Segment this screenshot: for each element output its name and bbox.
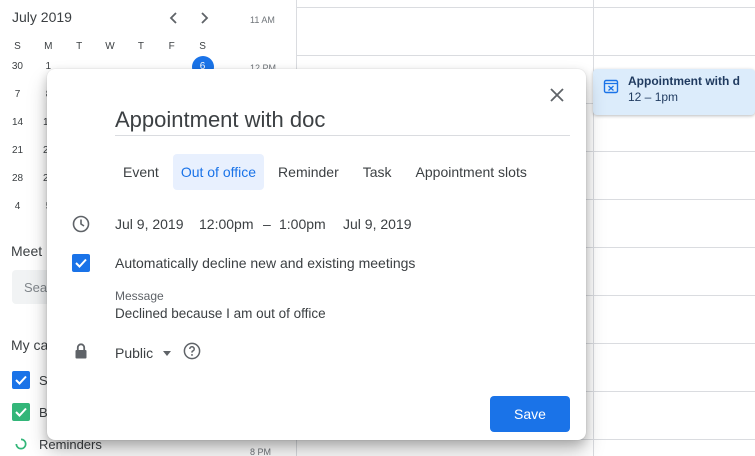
weekday-label: M bbox=[44, 41, 53, 52]
help-icon[interactable] bbox=[183, 342, 201, 360]
end-time[interactable]: 1:00pm bbox=[279, 216, 326, 232]
tab-event[interactable]: Event bbox=[113, 154, 169, 190]
end-date[interactable]: Jul 9, 2019 bbox=[343, 216, 412, 232]
tab-task[interactable]: Task bbox=[353, 154, 402, 190]
event-chip-time: 12 – 1pm bbox=[628, 90, 679, 104]
event-type-tabs: Event Out of office Reminder Task Appoin… bbox=[113, 154, 541, 190]
auto-decline-row[interactable]: Automatically decline new and existing m… bbox=[47, 251, 586, 275]
day-cell[interactable]: 21 bbox=[2, 144, 33, 172]
calendar-item[interactable]: B bbox=[12, 402, 48, 422]
event-chip-title: Appointment with d bbox=[628, 74, 740, 88]
weekday-label: T bbox=[137, 41, 144, 52]
check-icon bbox=[15, 375, 27, 385]
grid-hour-line bbox=[297, 7, 755, 8]
weekday-label: S bbox=[14, 41, 21, 52]
visibility-select[interactable]: Public bbox=[115, 342, 172, 364]
grid-divider bbox=[593, 0, 594, 456]
search-people-placeholder: Sea bbox=[24, 280, 48, 295]
message-label: Message bbox=[115, 289, 164, 303]
calendar-checkbox[interactable] bbox=[12, 371, 30, 389]
day-cell[interactable]: 7 bbox=[2, 88, 33, 116]
mini-calendar-header: July 2019 bbox=[12, 8, 222, 28]
start-time[interactable]: 12:00pm bbox=[199, 216, 253, 232]
my-calendars-heading[interactable]: My ca bbox=[11, 337, 48, 353]
message-field[interactable]: Declined because I am out of office bbox=[115, 306, 326, 321]
meet-heading: Meet bbox=[11, 243, 43, 259]
start-date[interactable]: Jul 9, 2019 bbox=[115, 216, 184, 232]
calendar-item[interactable]: S bbox=[12, 370, 48, 390]
tab-appointment-slots[interactable]: Appointment slots bbox=[406, 154, 537, 190]
day-cell[interactable]: 4 bbox=[2, 200, 33, 228]
event-title-input[interactable]: Appointment with doc bbox=[115, 103, 570, 136]
visibility-value: Public bbox=[115, 345, 154, 361]
day-cell[interactable]: 30 bbox=[2, 60, 33, 88]
weekday-label: S bbox=[199, 41, 206, 52]
time-label: 8 PM bbox=[250, 447, 272, 456]
reminders-loading-icon bbox=[12, 435, 30, 453]
time-label: 11 AM bbox=[250, 15, 275, 25]
grid-hour-line bbox=[297, 55, 755, 56]
check-icon bbox=[75, 258, 87, 268]
weekday-row: S M T W T F S bbox=[2, 40, 218, 54]
day-cell[interactable]: 14 bbox=[2, 116, 33, 144]
dropdown-caret-icon bbox=[163, 350, 172, 356]
event-dialog: Appointment with doc Event Out of office… bbox=[47, 69, 586, 440]
tab-out-of-office[interactable]: Out of office bbox=[172, 154, 265, 190]
out-of-office-icon bbox=[603, 79, 619, 94]
auto-decline-label: Automatically decline new and existing m… bbox=[115, 255, 416, 271]
mini-calendar-month: July 2019 bbox=[12, 9, 72, 25]
tab-reminder[interactable]: Reminder bbox=[268, 154, 349, 190]
event-chip[interactable]: Appointment with d 12 – 1pm bbox=[593, 69, 755, 115]
calendar-app: July 2019 S M T W T F S 30 1 6 7 14 21 2… bbox=[0, 0, 755, 456]
lock-icon bbox=[71, 341, 91, 361]
clock-icon bbox=[71, 214, 91, 234]
next-month-icon[interactable] bbox=[194, 8, 214, 28]
check-icon bbox=[15, 407, 27, 417]
save-button[interactable]: Save bbox=[490, 396, 570, 432]
day-cell[interactable]: 28 bbox=[2, 172, 33, 200]
close-icon bbox=[550, 88, 564, 102]
weekday-label: F bbox=[168, 41, 175, 52]
auto-decline-checkbox[interactable] bbox=[72, 254, 90, 272]
date-time-row: Jul 9, 2019 12:00pm – 1:00pm Jul 9, 2019 bbox=[47, 212, 586, 236]
weekday-label: T bbox=[76, 41, 83, 52]
calendar-checkbox[interactable] bbox=[12, 403, 30, 421]
previous-month-icon[interactable] bbox=[164, 8, 184, 28]
time-separator: – bbox=[263, 216, 271, 232]
weekday-label: W bbox=[105, 41, 115, 52]
